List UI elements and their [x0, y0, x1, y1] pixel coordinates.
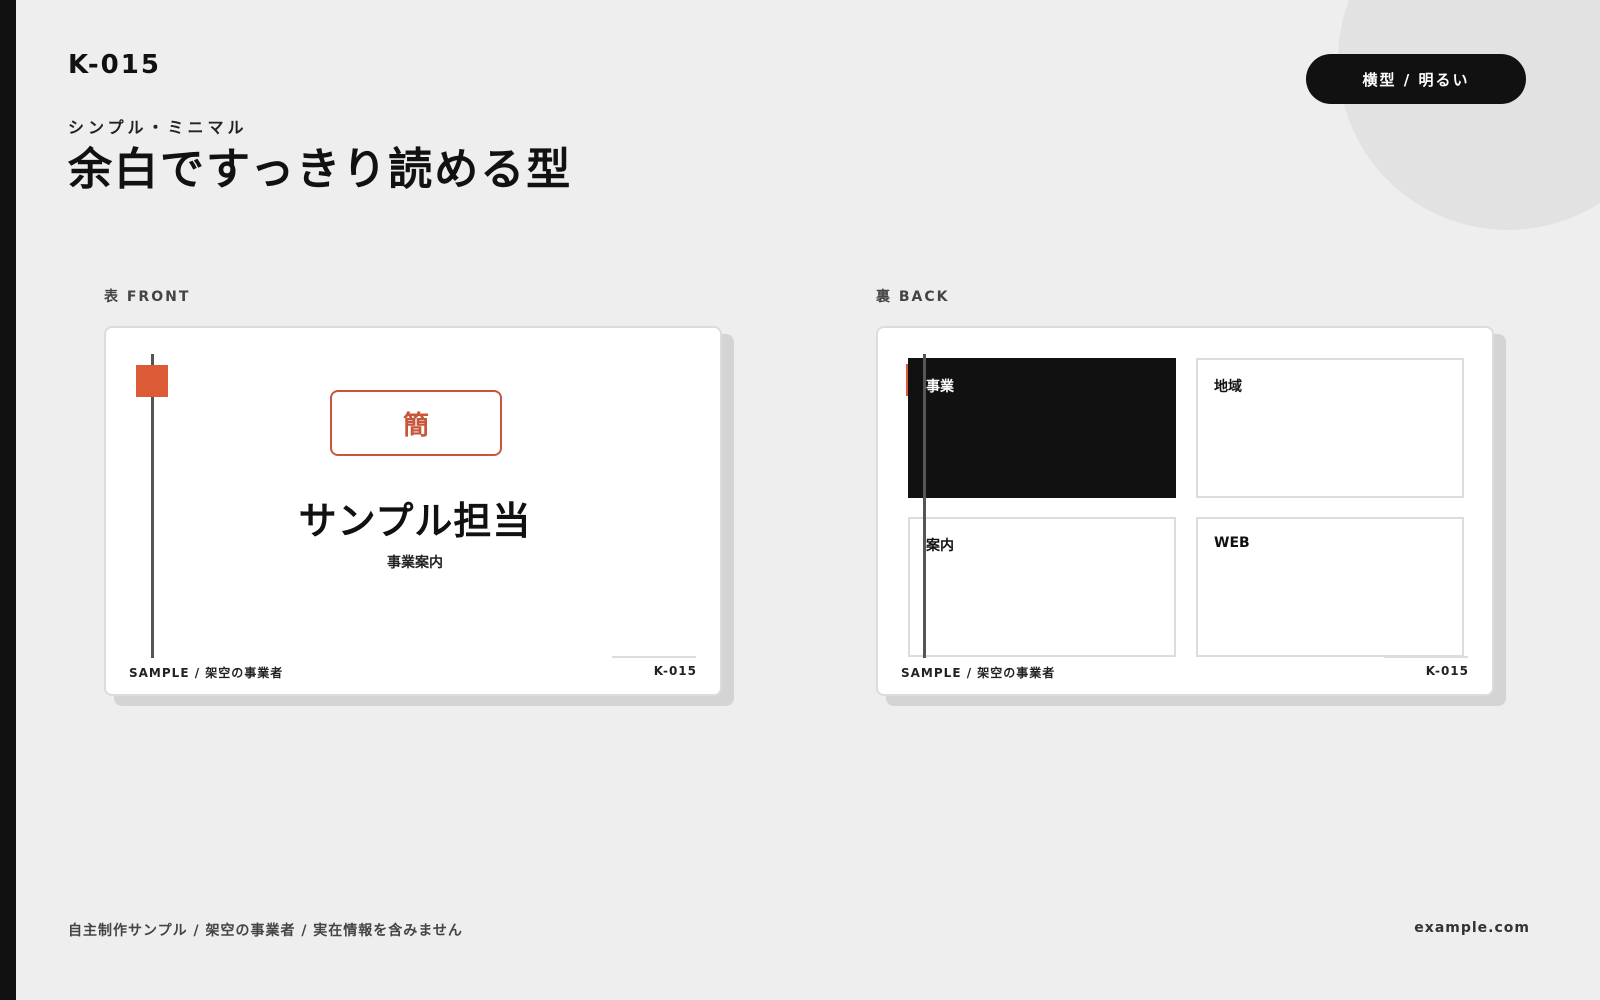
- back-cell-label: 案内: [926, 538, 954, 554]
- back-cell-guide: 案内: [908, 517, 1176, 657]
- page-footer-note: 自主制作サンプル / 架空の事業者 / 実在情報を含みません: [68, 923, 463, 939]
- back-label: 裏 BACK: [876, 289, 950, 305]
- page-footer-domain: example.com: [1414, 920, 1530, 936]
- front-name: サンプル担当: [298, 499, 532, 543]
- back-cell-label: 事業: [926, 379, 954, 395]
- back-vertical-line: [923, 354, 926, 658]
- back-cell-label: WEB: [1214, 535, 1250, 551]
- page-subtitle: シンプル・ミニマル: [68, 118, 248, 137]
- back-card: 事業 地域 案内 WEB SAMPLE / 架空の事業者 K-015: [876, 326, 1494, 696]
- back-footer-rule: [1384, 656, 1468, 658]
- front-role: 事業案内: [387, 555, 443, 571]
- front-badge: 簡: [330, 390, 502, 456]
- front-footer-rule: [612, 656, 696, 658]
- back-cell-web: WEB: [1196, 517, 1464, 657]
- accent-square: [136, 365, 168, 397]
- back-footer-left: SAMPLE / 架空の事業者: [901, 666, 1056, 680]
- back-cell-label: 地域: [1214, 379, 1242, 395]
- front-footer-right: K-015: [653, 664, 697, 678]
- page-title: 余白ですっきり読める型: [68, 144, 573, 195]
- front-label: 表 FRONT: [104, 289, 191, 305]
- decorative-circle: [1338, 0, 1600, 230]
- back-cell-business: 事業: [908, 358, 1176, 498]
- front-footer-left: SAMPLE / 架空の事業者: [129, 666, 284, 680]
- front-card: 簡 サンプル担当 事業案内 SAMPLE / 架空の事業者 K-015: [104, 326, 722, 696]
- orientation-tag-button[interactable]: 横型 / 明るい: [1306, 54, 1526, 104]
- back-cell-area: 地域: [1196, 358, 1464, 498]
- back-footer-right: K-015: [1425, 664, 1469, 678]
- left-edge-bar: [0, 0, 16, 1000]
- template-code: K-015: [68, 50, 161, 80]
